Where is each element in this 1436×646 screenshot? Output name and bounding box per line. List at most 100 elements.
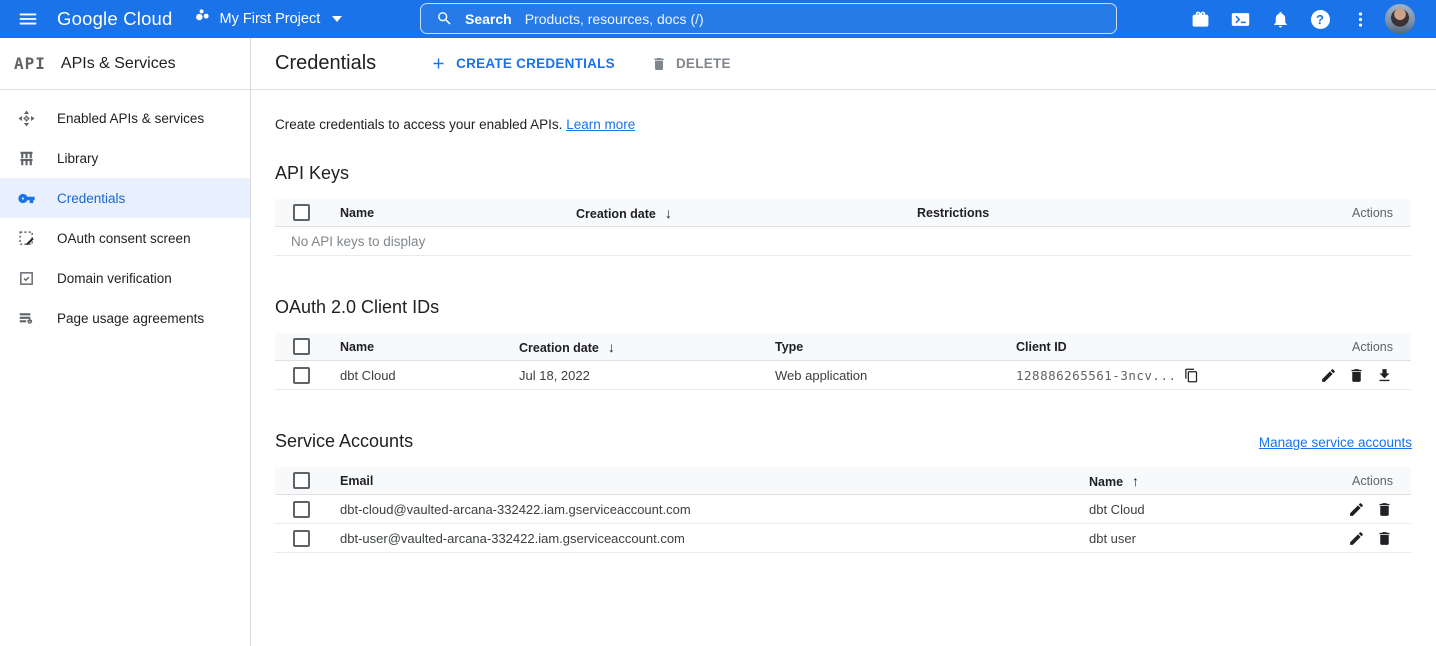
column-header-client-id[interactable]: Client ID — [1016, 340, 1301, 354]
sidebar: API APIs & Services Enabled APIs & servi… — [0, 38, 251, 646]
sidebar-item-label: OAuth consent screen — [57, 231, 191, 246]
project-name: My First Project — [220, 11, 321, 27]
search-icon — [436, 10, 453, 27]
column-header-actions: Actions — [1301, 340, 1411, 354]
help-icon[interactable]: ? — [1300, 0, 1340, 38]
column-header-creation-date[interactable]: Creation date↓ — [519, 339, 775, 355]
edit-icon[interactable] — [1320, 367, 1337, 384]
sidebar-item-oauth-consent[interactable]: OAuth consent screen — [0, 218, 250, 258]
sidebar-item-label: Library — [57, 151, 98, 166]
caret-down-icon — [332, 16, 342, 22]
sidebar-item-label: Enabled APIs & services — [57, 111, 204, 126]
column-header-type[interactable]: Type — [775, 340, 1016, 354]
oauth-client-id: 128886265561-3ncv... — [1016, 368, 1177, 383]
sort-descending-icon: ↓ — [608, 339, 615, 355]
service-accounts-table-header: Email Name↑ Actions — [275, 467, 1411, 495]
sidebar-item-label: Credentials — [57, 191, 125, 206]
column-header-actions: Actions — [1321, 474, 1411, 488]
delete-icon[interactable] — [1348, 367, 1365, 384]
oauth-client-creation-date: Jul 18, 2022 — [519, 368, 775, 383]
sidebar-nav: Enabled APIs & services Library Credenti… — [0, 90, 250, 338]
oauth-clients-table: Name Creation date↓ Type Client ID Actio… — [275, 333, 1411, 390]
sidebar-header: API APIs & Services — [0, 38, 250, 90]
key-icon — [18, 190, 35, 207]
cloud-shell-icon[interactable] — [1220, 0, 1260, 38]
account-avatar[interactable] — [1380, 0, 1420, 38]
row-checkbox[interactable] — [293, 501, 310, 518]
column-header-name[interactable]: Name — [340, 206, 576, 220]
table-row: dbt-cloud@vaulted-arcana-332422.iam.gser… — [275, 495, 1411, 524]
download-icon[interactable] — [1376, 367, 1393, 384]
manage-service-accounts-link[interactable]: Manage service accounts — [1259, 435, 1412, 450]
search-label: Search — [465, 11, 512, 27]
project-selector[interactable]: My First Project — [195, 8, 343, 30]
api-product-icon: API — [14, 54, 46, 73]
select-all-checkbox[interactable] — [293, 338, 310, 355]
select-all-checkbox[interactable] — [293, 204, 310, 221]
row-checkbox[interactable] — [293, 530, 310, 547]
api-keys-empty-message: No API keys to display — [275, 227, 1411, 256]
oauth-clients-heading: OAuth 2.0 Client IDs — [275, 297, 1412, 318]
menu-icon[interactable] — [0, 0, 56, 38]
notifications-bell-icon[interactable] — [1260, 0, 1300, 38]
sidebar-item-label: Page usage agreements — [57, 311, 204, 326]
enabled-apis-icon — [18, 110, 35, 127]
service-account-email: dbt-cloud@vaulted-arcana-332422.iam.gser… — [340, 502, 1089, 517]
service-accounts-table: Email Name↑ Actions dbt-cloud@vaulted-ar… — [275, 467, 1411, 553]
project-icon — [195, 8, 212, 30]
column-header-email[interactable]: Email — [340, 474, 1089, 488]
page-usage-icon — [18, 310, 35, 327]
search-input[interactable]: Search Products, resources, docs (/) — [420, 3, 1117, 34]
oauth-consent-icon — [18, 230, 35, 247]
more-vert-icon[interactable] — [1340, 0, 1380, 38]
select-all-checkbox[interactable] — [293, 472, 310, 489]
column-header-actions: Actions — [1321, 206, 1411, 220]
free-trial-gift-icon[interactable] — [1180, 0, 1220, 38]
main-panel: Credentials CREATE CREDENTIALS DELETE Cr… — [251, 38, 1436, 646]
page-header: Credentials CREATE CREDENTIALS DELETE — [251, 38, 1436, 90]
sort-descending-icon: ↓ — [665, 205, 672, 221]
google-cloud-logo[interactable]: Google Cloud — [57, 8, 173, 30]
edit-icon[interactable] — [1348, 530, 1365, 547]
oauth-table-header: Name Creation date↓ Type Client ID Actio… — [275, 333, 1411, 361]
intro-text: Create credentials to access your enable… — [275, 117, 1412, 132]
search-placeholder: Products, resources, docs (/) — [525, 11, 704, 27]
library-icon — [18, 150, 35, 167]
column-header-name[interactable]: Name — [340, 340, 519, 354]
table-row: dbt Cloud Jul 18, 2022 Web application 1… — [275, 361, 1411, 390]
copy-icon[interactable] — [1184, 368, 1199, 383]
delete-button[interactable]: DELETE — [651, 56, 731, 72]
row-checkbox[interactable] — [293, 367, 310, 384]
page-content: Create credentials to access your enable… — [251, 117, 1436, 553]
service-account-name: dbt Cloud — [1089, 502, 1321, 517]
top-navigation-bar: Google Cloud My First Project Search Pro… — [0, 0, 1436, 38]
page-title: Credentials — [275, 52, 376, 75]
sort-ascending-icon: ↑ — [1132, 473, 1139, 489]
sidebar-item-enabled-apis[interactable]: Enabled APIs & services — [0, 98, 250, 138]
plus-icon — [430, 55, 447, 72]
service-account-email: dbt-user@vaulted-arcana-332422.iam.gserv… — [340, 531, 1089, 546]
service-account-name: dbt user — [1089, 531, 1321, 546]
sidebar-item-library[interactable]: Library — [0, 138, 250, 178]
api-keys-table-header: Name Creation date↓ Restrictions Actions — [275, 199, 1411, 227]
sidebar-item-page-usage[interactable]: Page usage agreements — [0, 298, 250, 338]
create-credentials-button[interactable]: CREATE CREDENTIALS — [430, 55, 615, 72]
gcp-console: Google Cloud My First Project Search Pro… — [0, 0, 1436, 646]
learn-more-link[interactable]: Learn more — [566, 117, 635, 132]
topbar-actions: ? — [1180, 0, 1420, 38]
domain-verification-icon — [18, 270, 35, 287]
column-header-name[interactable]: Name↑ — [1089, 473, 1321, 489]
sidebar-item-credentials[interactable]: Credentials — [0, 178, 250, 218]
trash-icon — [651, 56, 667, 72]
service-accounts-heading: Service Accounts — [275, 431, 413, 452]
api-keys-table: Name Creation date↓ Restrictions Actions… — [275, 199, 1411, 256]
sidebar-item-label: Domain verification — [57, 271, 172, 286]
delete-icon[interactable] — [1376, 530, 1393, 547]
sidebar-item-domain-verification[interactable]: Domain verification — [0, 258, 250, 298]
edit-icon[interactable] — [1348, 501, 1365, 518]
column-header-restrictions[interactable]: Restrictions — [917, 206, 1321, 220]
column-header-creation-date[interactable]: Creation date↓ — [576, 205, 917, 221]
delete-icon[interactable] — [1376, 501, 1393, 518]
sidebar-title: APIs & Services — [61, 55, 176, 73]
oauth-client-name: dbt Cloud — [340, 368, 519, 383]
